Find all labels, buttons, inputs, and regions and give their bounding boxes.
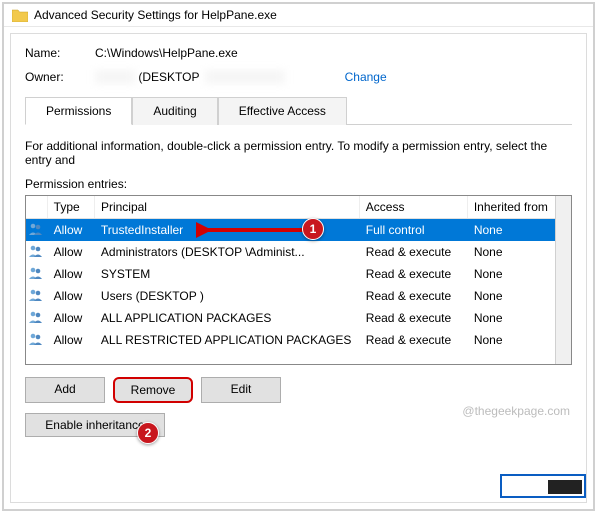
tab-permissions[interactable]: Permissions bbox=[25, 97, 132, 125]
security-settings-window: Advanced Security Settings for HelpPane.… bbox=[2, 2, 595, 511]
annotation-badge-2: 2 bbox=[137, 422, 159, 444]
cell-access: Read & execute bbox=[360, 263, 468, 285]
add-button[interactable]: Add bbox=[25, 377, 105, 403]
cell-type: Allow bbox=[48, 285, 95, 307]
group-icon bbox=[26, 286, 48, 307]
change-owner-link[interactable]: Change bbox=[345, 70, 387, 84]
name-label: Name: bbox=[25, 46, 95, 60]
name-value: C:\Windows\HelpPane.exe bbox=[95, 46, 238, 60]
cell-access: Read & execute bbox=[360, 241, 468, 263]
cell-type: Allow bbox=[48, 241, 95, 263]
annotation-arrow bbox=[196, 218, 316, 242]
owner-partial: (DESKTOP bbox=[138, 70, 199, 84]
cell-principal: ALL APPLICATION PACKAGES bbox=[95, 307, 360, 329]
table-header: Type Principal Access Inherited from bbox=[26, 196, 571, 219]
permissions-table: Type Principal Access Inherited from All… bbox=[25, 195, 572, 365]
owner-label: Owner: bbox=[25, 70, 95, 84]
table-row[interactable]: AllowUsers (DESKTOP )Read & executeNone bbox=[26, 285, 571, 307]
window-title: Advanced Security Settings for HelpPane.… bbox=[34, 8, 277, 22]
table-row[interactable]: AllowALL APPLICATION PACKAGESRead & exec… bbox=[26, 307, 571, 329]
cell-type: Allow bbox=[48, 263, 95, 285]
cell-type: Allow bbox=[48, 219, 95, 241]
owner-row: Owner: (DESKTOP Change bbox=[25, 70, 572, 84]
name-row: Name: C:\Windows\HelpPane.exe bbox=[25, 46, 572, 60]
edit-button[interactable]: Edit bbox=[201, 377, 281, 403]
table-row[interactable]: AllowAdministrators (DESKTOP \Administ..… bbox=[26, 241, 571, 263]
table-row[interactable]: AllowSYSTEMRead & executeNone bbox=[26, 263, 571, 285]
redacted-text bbox=[205, 70, 285, 84]
group-icon bbox=[26, 330, 48, 351]
info-text: For additional information, double-click… bbox=[25, 139, 572, 167]
owner-value: (DESKTOP bbox=[95, 70, 285, 84]
remove-button[interactable]: Remove bbox=[113, 377, 193, 403]
cell-principal: SYSTEM bbox=[95, 263, 360, 285]
group-icon bbox=[26, 264, 48, 285]
col-type-header[interactable]: Type bbox=[48, 196, 95, 218]
cell-type: Allow bbox=[48, 329, 95, 351]
cell-access: Read & execute bbox=[360, 285, 468, 307]
cell-type: Allow bbox=[48, 307, 95, 329]
table-row[interactable]: AllowALL RESTRICTED APPLICATION PACKAGES… bbox=[26, 329, 571, 351]
button-row: Add Remove Edit bbox=[25, 377, 572, 403]
cell-principal: ALL RESTRICTED APPLICATION PACKAGES bbox=[95, 329, 360, 351]
group-icon bbox=[26, 242, 48, 263]
tab-strip: Permissions Auditing Effective Access bbox=[25, 96, 572, 125]
watermark: @thegeekpage.com bbox=[462, 404, 570, 418]
cell-access: Full control bbox=[360, 219, 468, 241]
cropped-dark-chunk bbox=[548, 480, 582, 494]
scrollbar[interactable] bbox=[555, 196, 571, 364]
tab-auditing[interactable]: Auditing bbox=[132, 97, 217, 125]
col-icon-header[interactable] bbox=[26, 196, 48, 218]
cell-access: Read & execute bbox=[360, 307, 468, 329]
folder-icon bbox=[12, 8, 28, 22]
titlebar: Advanced Security Settings for HelpPane.… bbox=[4, 4, 593, 27]
col-principal-header[interactable]: Principal bbox=[95, 196, 360, 218]
group-icon bbox=[26, 308, 48, 329]
annotation-badge-1: 1 bbox=[302, 218, 324, 240]
content-pane: Name: C:\Windows\HelpPane.exe Owner: (DE… bbox=[10, 33, 587, 503]
redacted-text bbox=[95, 70, 135, 84]
cell-principal: Administrators (DESKTOP \Administ... bbox=[95, 241, 360, 263]
cell-principal: Users (DESKTOP ) bbox=[95, 285, 360, 307]
group-icon bbox=[26, 220, 48, 241]
col-access-header[interactable]: Access bbox=[360, 196, 468, 218]
cell-access: Read & execute bbox=[360, 329, 468, 351]
entries-label: Permission entries: bbox=[25, 177, 572, 191]
tab-effective-access[interactable]: Effective Access bbox=[218, 97, 347, 125]
